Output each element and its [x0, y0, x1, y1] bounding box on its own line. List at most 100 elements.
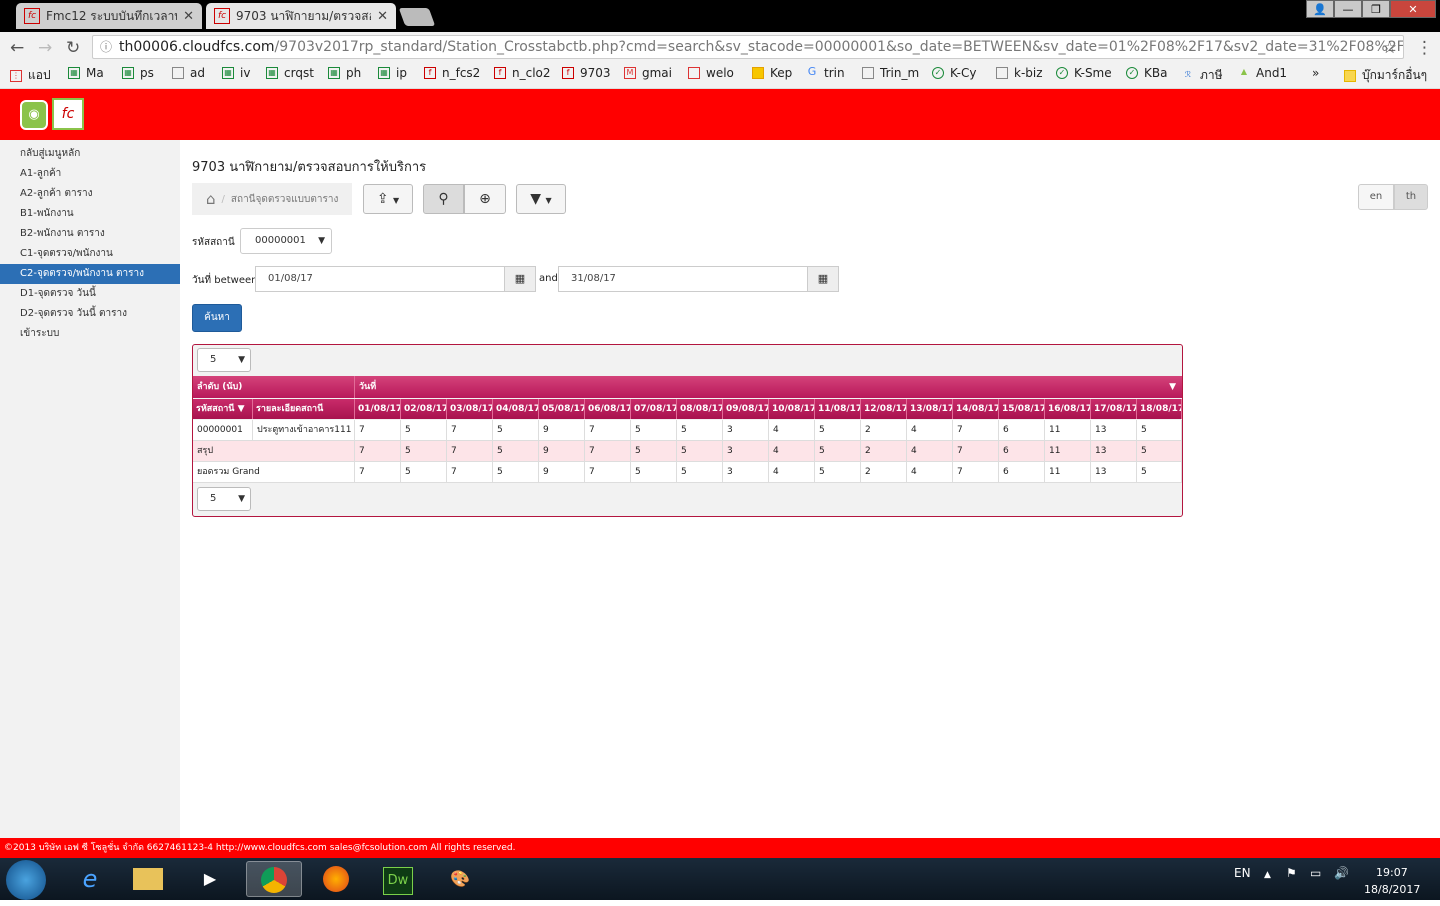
sidebar-item[interactable]: C2-จุดตรวจ/พนักงาน ตาราง — [0, 264, 180, 284]
page-size-select-bottom[interactable]: 5 ▼ — [197, 487, 251, 511]
ie-taskbar-icon[interactable]: e — [62, 861, 118, 897]
lang-th-button[interactable]: th — [1394, 184, 1428, 210]
chrome-taskbar-icon[interactable] — [246, 861, 302, 897]
search-button[interactable]: ค้นหา — [192, 304, 242, 332]
bookmarks-more-button[interactable]: » — [1312, 66, 1319, 80]
start-button[interactable] — [6, 860, 46, 900]
col-header-date[interactable]: 11/08/17 — [815, 399, 861, 419]
sidebar-item[interactable]: A2-ลูกค้า ตาราง — [0, 184, 180, 204]
col-header-date[interactable]: 06/08/17 — [585, 399, 631, 419]
minimize-button[interactable]: — — [1334, 0, 1362, 18]
firefox-taskbar-icon[interactable] — [308, 861, 364, 897]
bookmark-item[interactable]: Gtrin — [806, 66, 845, 80]
bookmark-item[interactable]: ▦ Ma — [68, 66, 104, 80]
bookmark-item[interactable]: ✓ KBa — [1126, 66, 1167, 80]
sidebar-item[interactable]: A1-ลูกค้า — [0, 164, 180, 184]
sidebar-item[interactable]: B2-พนักงาน ตาราง — [0, 224, 180, 244]
browser-tab-2[interactable]: fc 9703 นาฬิกายาม/ตรวจสอบก ✕ — [206, 3, 396, 29]
col-header-station-code[interactable]: รหัสสถานี ▼ — [193, 399, 253, 419]
bookmark-item[interactable]: k-biz — [996, 66, 1043, 80]
bookmark-item[interactable]: ▦ crqst — [266, 66, 314, 80]
menu-icon[interactable]: ⋮ — [1416, 38, 1433, 58]
page-size-select-top[interactable]: 5 ▼ — [197, 348, 251, 372]
info-icon[interactable]: ⓘ — [100, 36, 112, 58]
action-center-icon[interactable]: ⚑ — [1286, 866, 1297, 880]
advanced-search-button[interactable]: ⊕ — [464, 184, 506, 214]
explorer-taskbar-icon[interactable] — [120, 861, 176, 897]
close-tab-icon[interactable]: ✕ — [377, 9, 388, 24]
network-icon[interactable]: ▭ — [1310, 866, 1321, 880]
col-header-date[interactable]: 15/08/17 — [999, 399, 1045, 419]
col-header-station-detail[interactable]: รายละเอียดสถานี — [253, 399, 355, 419]
media-player-taskbar-icon[interactable]: ▶ — [182, 861, 238, 897]
sidebar-item[interactable]: D1-จุดตรวจ วันนี้ — [0, 284, 180, 304]
col-header-date[interactable]: 10/08/17 — [769, 399, 815, 419]
clock-date[interactable]: 18/8/2017 — [1364, 883, 1420, 896]
sidebar-item[interactable]: B1-พนักงาน — [0, 204, 180, 224]
col-header-date[interactable]: 16/08/17 — [1045, 399, 1091, 419]
filter-icon[interactable]: ▼ — [238, 404, 245, 414]
bookmark-item[interactable]: Mgmai — [624, 66, 672, 80]
col-header-date[interactable]: 18/08/17 — [1137, 399, 1182, 419]
col-header-date[interactable]: 08/08/17 — [677, 399, 723, 419]
col-header-date[interactable]: 04/08/17 — [493, 399, 539, 419]
back-icon[interactable]: ← — [10, 38, 24, 58]
sidebar-item[interactable]: กลับสู่เมนูหลัก — [0, 144, 180, 164]
lang-en-button[interactable]: en — [1358, 184, 1394, 210]
show-hidden-icons[interactable]: ▲ — [1264, 870, 1271, 880]
bookmark-star-icon[interactable]: ☆ — [1382, 38, 1397, 58]
paint-taskbar-icon[interactable]: 🎨 — [432, 861, 488, 897]
other-bookmarks-folder[interactable]: บุ๊กมาร์กอื่นๆ — [1344, 66, 1427, 85]
home-icon[interactable]: ⌂ — [206, 190, 216, 208]
url-input[interactable]: ⓘ th00006.cloudfcs.com/9703v2017rp_stand… — [92, 35, 1404, 59]
station-code-select[interactable]: 00000001 ▼ — [240, 228, 332, 254]
bookmark-item[interactable]: ▦ iv — [222, 66, 250, 80]
col-header-date[interactable]: 12/08/17 — [861, 399, 907, 419]
date-to-input[interactable]: 31/08/17 — [558, 266, 808, 292]
col-header-date[interactable]: 09/08/17 — [723, 399, 769, 419]
bookmark-item[interactable]: f 9703 — [562, 66, 611, 80]
bookmark-item[interactable]: ▦ ps — [122, 66, 154, 80]
bookmark-item[interactable]: f n_fcs2 — [424, 66, 480, 80]
volume-icon[interactable]: 🔊 — [1334, 866, 1349, 880]
bookmark-item[interactable]: Kep — [752, 66, 792, 80]
export-button[interactable]: ⇪ ▼ — [363, 184, 413, 214]
sidebar-item[interactable]: D2-จุดตรวจ วันนี้ ตาราง — [0, 304, 180, 324]
bookmark-item[interactable]: ▦ ph — [328, 66, 361, 80]
col-header-date[interactable]: 02/08/17 — [401, 399, 447, 419]
clock-time[interactable]: 19:07 — [1376, 866, 1408, 879]
bookmark-item[interactable]: ✓ K-Sme — [1056, 66, 1112, 80]
col-header-date[interactable]: 01/08/17 — [355, 399, 401, 419]
col-header-date[interactable]: 03/08/17 — [447, 399, 493, 419]
forward-icon[interactable]: → — [38, 38, 52, 58]
bookmark-item[interactable]: Trin_m — [862, 66, 919, 80]
bookmark-item[interactable]: ▦ ip — [378, 66, 407, 80]
date-to-calendar-button[interactable]: ▦ — [807, 266, 839, 292]
sidebar-item[interactable]: เข้าระบบ — [0, 324, 180, 344]
close-tab-icon[interactable]: ✕ — [183, 9, 194, 24]
profile-button[interactable]: 👤 — [1306, 0, 1334, 18]
filter-button[interactable]: ▼ ▼ — [516, 184, 566, 214]
bookmark-item[interactable]: welo — [688, 66, 734, 80]
date-from-calendar-button[interactable]: ▦ — [504, 266, 536, 292]
bookmark-apps[interactable]: ⋮ แอป — [10, 66, 51, 85]
input-language[interactable]: EN — [1234, 866, 1251, 880]
maximize-button[interactable]: ❐ — [1362, 0, 1390, 18]
bookmark-item[interactable]: ▲ And1 — [1238, 66, 1287, 80]
col-header-date[interactable]: 07/08/17 — [631, 399, 677, 419]
browser-tab-1[interactable]: fc Fmc12 ระบบบันทึกเวลาพนักง ✕ — [16, 3, 202, 29]
sidebar-item[interactable]: C1-จุดตรวจ/พนักงาน — [0, 244, 180, 264]
col-header-date[interactable]: 13/08/17 — [907, 399, 953, 419]
reload-icon[interactable]: ↻ — [66, 38, 80, 58]
dreamweaver-taskbar-icon[interactable]: Dw — [370, 861, 426, 897]
col-header-date[interactable]: 14/08/17 — [953, 399, 999, 419]
filter-icon[interactable]: ▼ — [1169, 376, 1176, 398]
bookmark-item[interactable]: ℛ ภาษี — [1182, 66, 1223, 85]
close-window-button[interactable]: ✕ — [1390, 0, 1436, 18]
bookmark-item[interactable]: ad — [172, 66, 205, 80]
bookmark-item[interactable]: f n_clo2 — [494, 66, 551, 80]
date-from-input[interactable]: 01/08/17 — [255, 266, 505, 292]
col-header-date[interactable]: 05/08/17 — [539, 399, 585, 419]
new-tab-button[interactable] — [398, 8, 436, 26]
search-toggle-button[interactable]: ⚲ — [423, 184, 464, 214]
